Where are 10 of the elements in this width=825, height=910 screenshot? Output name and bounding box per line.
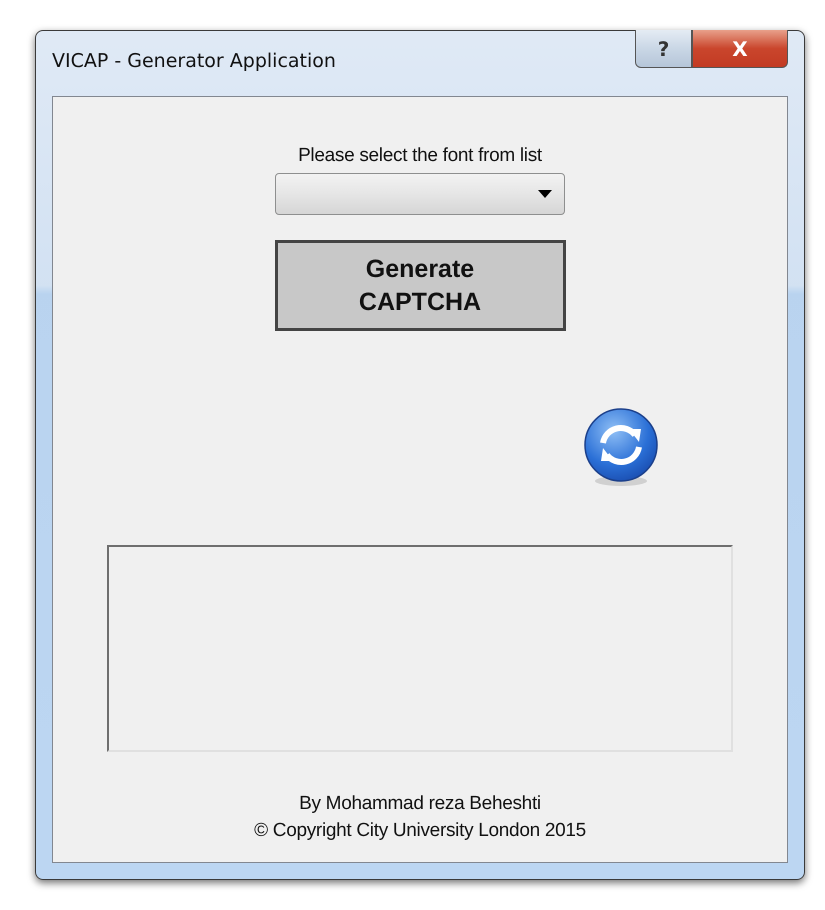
footer-text: © Copyright City University London 2015: [254, 819, 586, 843]
generate-button[interactable]: Generate CAPTCHA: [274, 240, 566, 331]
font-select-label: Please select the font from list: [298, 145, 542, 167]
close-button[interactable]: X: [692, 30, 788, 68]
footer-text: By Mohammad reza Beheshti: [299, 792, 541, 816]
caret-icon: [538, 190, 552, 198]
window-title: VICAP - Generator Application: [52, 50, 337, 72]
help-button[interactable]: ?: [635, 30, 692, 68]
font-dropdown[interactable]: [275, 173, 565, 215]
refresh-icon[interactable]: [583, 407, 659, 487]
